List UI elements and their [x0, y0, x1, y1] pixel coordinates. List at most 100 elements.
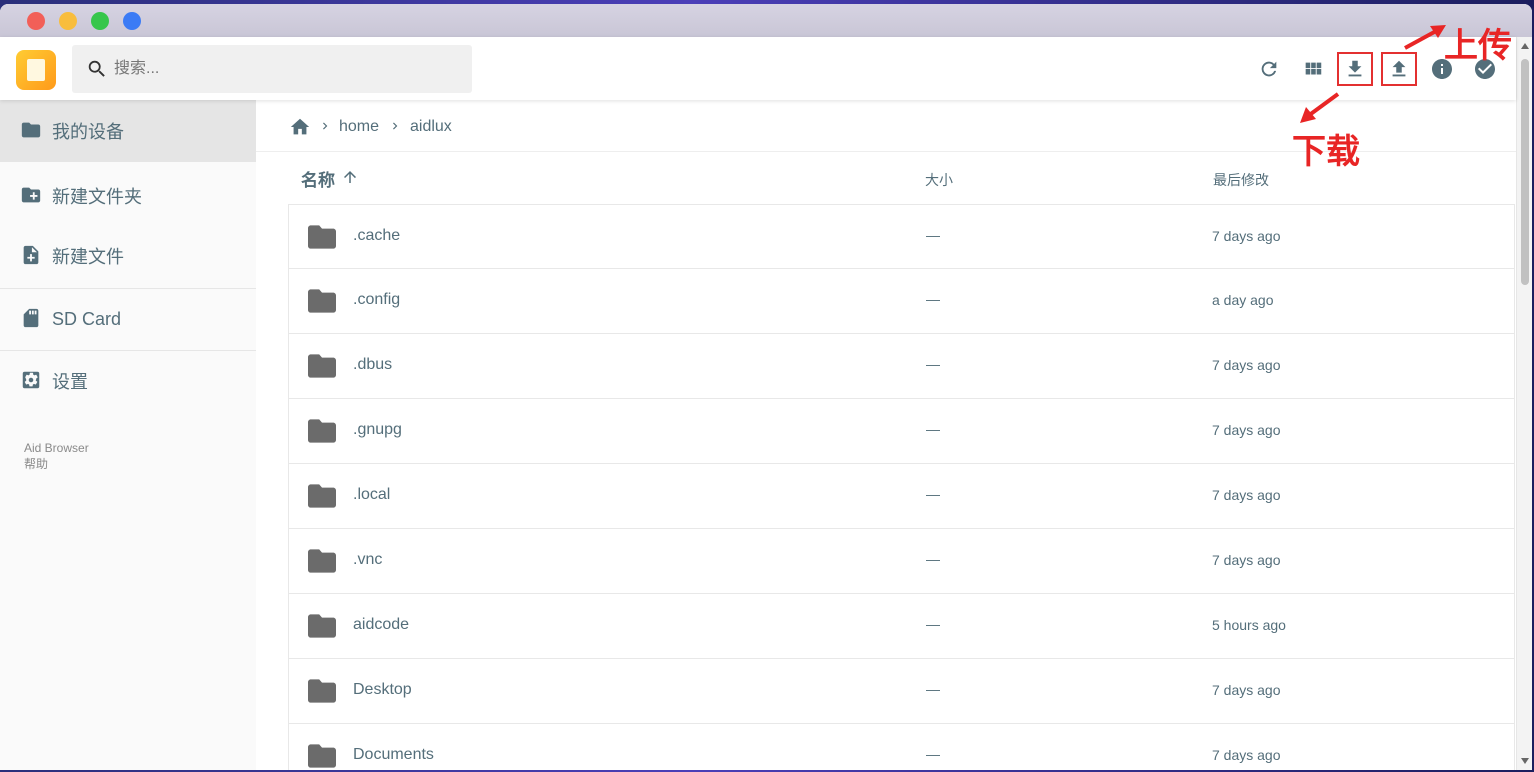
column-name[interactable]: 名称 [301, 166, 335, 191]
upload-annotation-arrow-icon [1404, 25, 1446, 50]
settings-icon [22, 371, 40, 389]
sidebar-item-sd-card[interactable]: SD Card [0, 288, 256, 350]
breadcrumb-aidlux[interactable]: aidlux [410, 118, 452, 136]
sidebar: 我的设备 新建文件夹 新建文件 SD Card 设置 Aid Browser 帮… [0, 100, 256, 770]
folder-icon [308, 614, 336, 638]
scrollbar-thumb[interactable] [1521, 59, 1529, 285]
chevron-right-icon [323, 122, 328, 130]
scrollbar[interactable] [1516, 37, 1532, 770]
upload-annotation: 上传 [1444, 26, 1512, 66]
search-input[interactable] [114, 55, 454, 83]
folder-icon [308, 289, 336, 313]
home-icon[interactable] [289, 116, 311, 138]
upload-button[interactable] [1381, 52, 1417, 86]
file-modified: 7 days ago [1212, 682, 1281, 698]
download-icon [1348, 60, 1362, 77]
download-annotation-arrow-icon [1300, 92, 1340, 123]
refresh-button[interactable] [1251, 52, 1287, 86]
scroll-down-arrow-icon[interactable] [1521, 758, 1529, 764]
chevron-right-icon [393, 122, 398, 130]
file-modified: a day ago [1212, 292, 1274, 308]
sidebar-item-new-folder[interactable]: 新建文件夹 [0, 165, 256, 227]
file-modified: 7 days ago [1212, 422, 1281, 438]
folder-icon [308, 744, 336, 768]
file-name: .cache [353, 227, 401, 244]
table-row[interactable]: .gnupg — 7 days ago [288, 399, 1515, 464]
create-folder-icon [21, 187, 41, 203]
folder-icon [308, 225, 336, 249]
sidebar-item-label: 设置 [52, 372, 88, 392]
app-logo [16, 50, 56, 90]
grid-view-button[interactable] [1295, 52, 1331, 86]
table-row[interactable]: .local — 7 days ago [288, 464, 1515, 529]
search-box[interactable] [72, 45, 472, 93]
file-size: — [926, 551, 940, 567]
sidebar-item-my-device[interactable]: 我的设备 [0, 100, 256, 162]
file-name: aidcode [353, 616, 410, 633]
file-size: — [926, 746, 940, 762]
file-modified: 7 days ago [1212, 487, 1281, 503]
sidebar-item-label: 新建文件夹 [52, 187, 142, 207]
folder-icon [308, 354, 336, 378]
table-row[interactable]: Desktop — 7 days ago [288, 659, 1515, 724]
sidebar-footer: Aid Browser 帮助 [24, 440, 89, 472]
sd-card-icon [23, 308, 39, 328]
app-window: 我的设备 新建文件夹 新建文件 SD Card 设置 Aid Browser 帮… [0, 4, 1532, 770]
download-annotation: 下载 [1292, 132, 1360, 172]
search-icon [88, 60, 105, 77]
table-row[interactable]: .cache — 7 days ago [288, 204, 1515, 269]
table-row[interactable]: .dbus — 7 days ago [288, 334, 1515, 399]
grid-view-icon [1305, 62, 1322, 75]
app-name: Aid Browser [24, 441, 89, 455]
arrow-up-icon[interactable] [341, 168, 359, 186]
close-window-button[interactable] [27, 12, 45, 30]
sidebar-item-label: SD Card [52, 308, 122, 329]
file-listing: home aidlux 名称 大小 最后修改 .cache — 7 days a… [256, 100, 1516, 770]
file-name: .local [353, 486, 391, 503]
sidebar-item-new-file[interactable]: 新建文件 [0, 225, 256, 287]
table-row[interactable]: Documents — 7 days ago [288, 724, 1515, 770]
folder-icon [308, 549, 336, 573]
file-size: — [926, 616, 940, 632]
file-name: .config [353, 291, 401, 308]
sidebar-item-label: 我的设备 [52, 122, 124, 142]
file-name: .gnupg [353, 421, 402, 438]
sidebar-item-label: 新建文件 [52, 247, 124, 267]
column-size[interactable]: 大小 [925, 170, 953, 190]
upload-icon [1392, 60, 1406, 77]
file-name: Documents [353, 746, 434, 763]
file-name: .vnc [353, 551, 383, 568]
extra-window-button[interactable] [123, 12, 141, 30]
refresh-icon [1261, 61, 1277, 77]
file-size: — [926, 681, 940, 697]
minimize-window-button[interactable] [59, 12, 77, 30]
file-size: — [926, 291, 940, 307]
scroll-up-arrow-icon[interactable] [1521, 43, 1529, 49]
table-row[interactable]: aidcode — 5 hours ago [288, 594, 1515, 659]
folder-icon [308, 679, 336, 703]
download-button[interactable] [1337, 52, 1373, 86]
file-name: Desktop [353, 681, 412, 698]
table-row[interactable]: .vnc — 7 days ago [288, 529, 1515, 594]
file-modified: 7 days ago [1212, 357, 1281, 373]
file-modified: 5 hours ago [1212, 617, 1286, 633]
maximize-window-button[interactable] [91, 12, 109, 30]
help-link[interactable]: 帮助 [24, 456, 89, 472]
folder-icon [308, 484, 336, 508]
title-bar [0, 4, 1532, 37]
breadcrumb-home[interactable]: home [339, 118, 379, 136]
file-modified: 7 days ago [1212, 747, 1281, 763]
folder-icon [308, 419, 336, 443]
file-size: — [926, 486, 940, 502]
table-row[interactable]: .config — a day ago [288, 269, 1515, 334]
folder-icon [21, 122, 41, 138]
file-size: — [926, 356, 940, 372]
app-bar [0, 37, 1516, 100]
sidebar-item-settings[interactable]: 设置 [0, 350, 256, 412]
file-modified: 7 days ago [1212, 552, 1281, 568]
file-name: .dbus [353, 356, 393, 373]
column-modified[interactable]: 最后修改 [1213, 170, 1269, 190]
note-add-icon [23, 245, 39, 265]
file-modified: 7 days ago [1212, 228, 1281, 244]
file-size: — [926, 227, 940, 243]
